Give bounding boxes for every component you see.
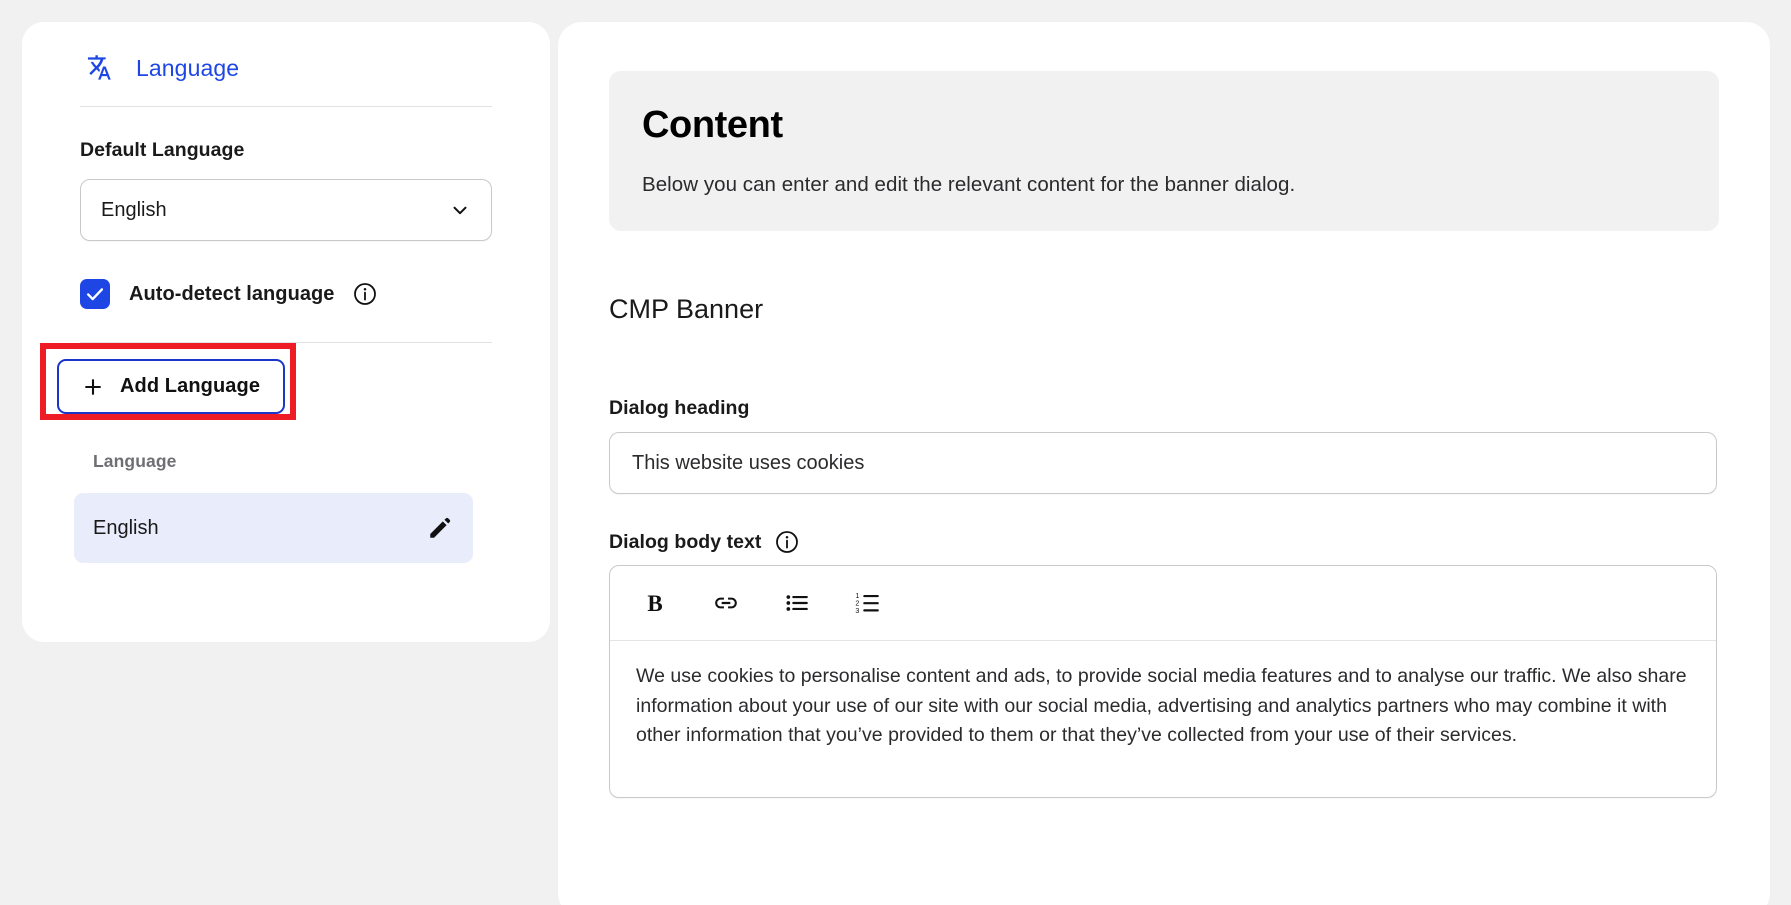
dialog-body-text-value: We use cookies to personalise content an… xyxy=(636,662,1690,751)
plus-icon xyxy=(82,376,104,398)
page-root: Language Default Language English Auto-d… xyxy=(0,0,1791,905)
dialog-heading-label: Dialog heading xyxy=(609,397,749,420)
info-circle-icon[interactable] xyxy=(353,282,377,306)
numbered-list-icon: 1 2 3 xyxy=(855,590,881,616)
language-panel-body: Language Default Language English Auto-d… xyxy=(22,22,550,343)
pencil-icon[interactable] xyxy=(427,515,453,541)
bold-button[interactable]: B xyxy=(636,584,674,622)
default-language-label: Default Language xyxy=(80,139,492,162)
add-language-button-label: Add Language xyxy=(120,375,260,398)
list-item[interactable]: English xyxy=(74,493,473,563)
default-language-select[interactable]: English xyxy=(80,179,492,241)
numbered-list-button[interactable]: 1 2 3 xyxy=(849,584,887,622)
dialog-heading-input[interactable]: This website uses cookies xyxy=(609,432,1717,494)
content-intro-banner: Content Below you can enter and edit the… xyxy=(609,71,1719,231)
add-language-button[interactable]: Add Language xyxy=(57,359,285,414)
header-divider xyxy=(80,106,492,107)
bullet-list-icon xyxy=(784,590,810,616)
info-circle-icon[interactable] xyxy=(775,530,799,554)
section-title-cmp-banner: CMP Banner xyxy=(609,294,763,325)
content-panel-card: Content Below you can enter and edit the… xyxy=(558,22,1770,905)
add-language-annotation-box: Add Language xyxy=(40,343,296,420)
page-title: Content xyxy=(642,105,1686,147)
checkmark-icon xyxy=(84,283,106,305)
chevron-down-icon xyxy=(449,199,471,221)
language-panel-card: Language Default Language English Auto-d… xyxy=(22,22,550,642)
editor-toolbar: B 1 xyxy=(610,566,1716,641)
default-language-value: English xyxy=(101,199,167,222)
bullet-list-button[interactable] xyxy=(778,584,816,622)
language-panel-title: Language xyxy=(136,55,239,82)
link-button[interactable] xyxy=(707,584,745,622)
dialog-body-text-label-row: Dialog body text xyxy=(609,530,799,554)
auto-detect-language-row[interactable]: Auto-detect language xyxy=(80,279,492,309)
bold-icon: B xyxy=(647,592,662,615)
dialog-body-text-label: Dialog body text xyxy=(609,531,761,554)
auto-detect-language-checkbox[interactable] xyxy=(80,279,110,309)
svg-text:3: 3 xyxy=(855,607,859,615)
dialog-body-text-editor[interactable]: B 1 xyxy=(609,565,1717,798)
link-icon xyxy=(713,590,739,616)
dialog-heading-value: This website uses cookies xyxy=(632,452,864,475)
page-subtitle: Below you can enter and edit the relevan… xyxy=(642,173,1686,197)
auto-detect-language-label: Auto-detect language xyxy=(129,283,334,306)
language-panel-header: Language xyxy=(80,22,492,106)
editor-content-area[interactable]: We use cookies to personalise content an… xyxy=(610,641,1716,751)
language-list-item-label: English xyxy=(93,517,427,540)
translate-icon xyxy=(80,51,114,85)
language-list-caption: Language xyxy=(93,451,176,472)
